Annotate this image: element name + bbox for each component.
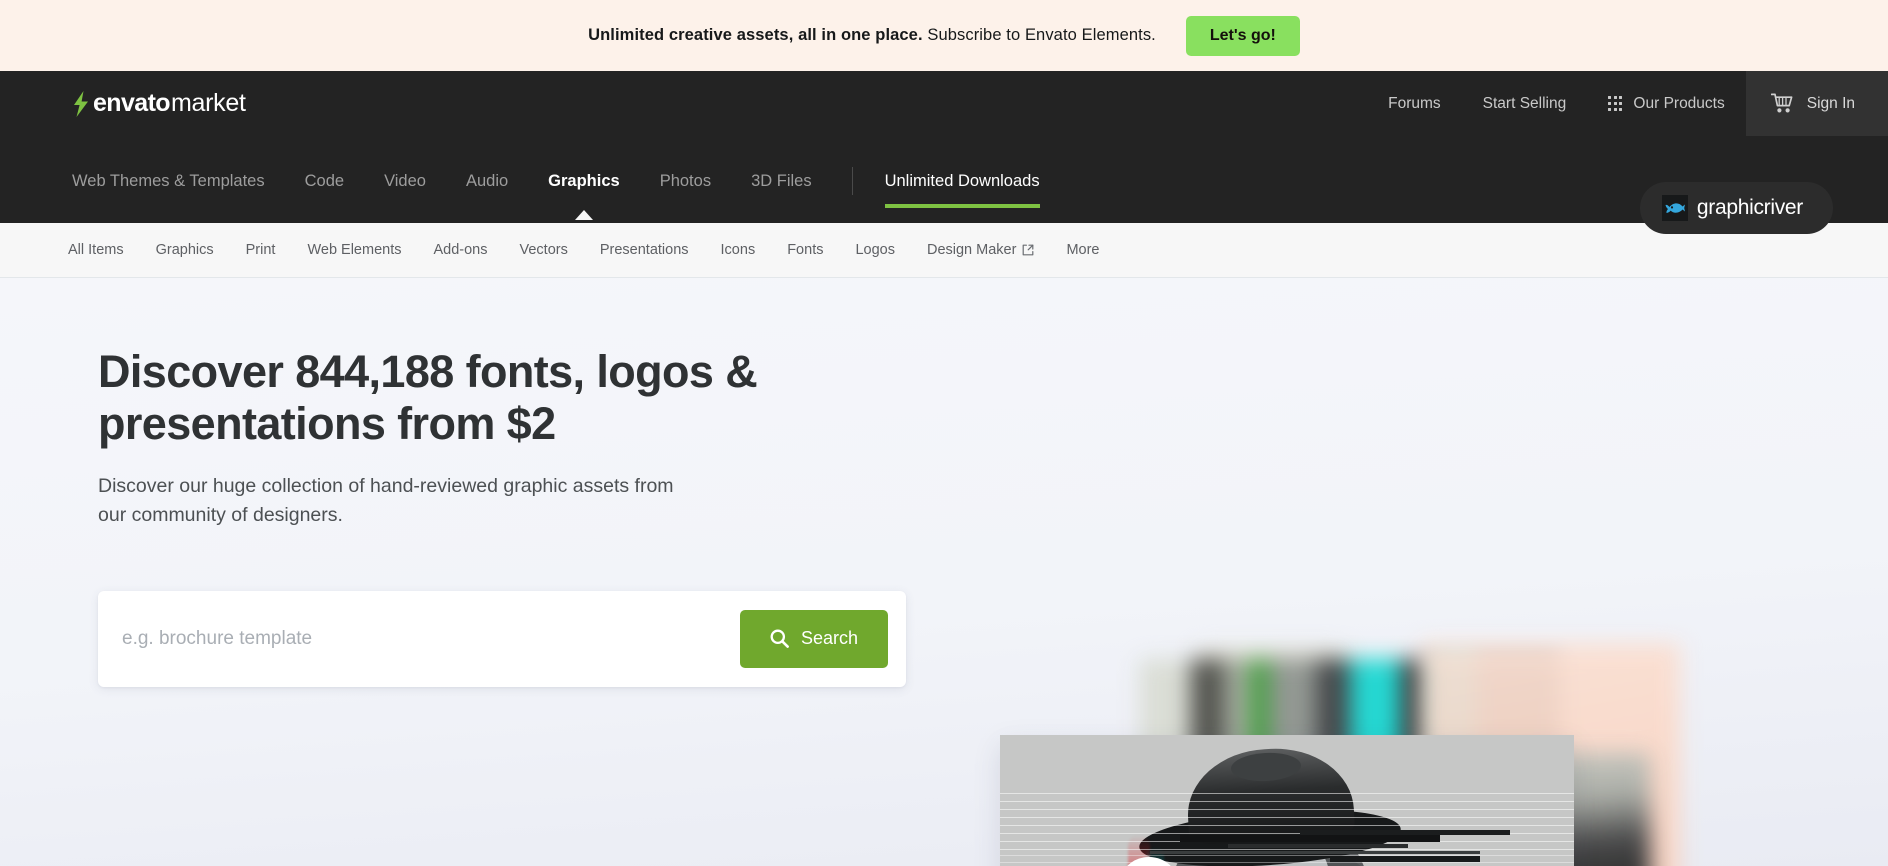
nav-item-audio[interactable]: Audio: [465, 171, 509, 209]
subnav-label: Logos: [855, 242, 895, 258]
subnav-item-fonts[interactable]: Fonts: [787, 242, 823, 258]
nav-label: Web Themes & Templates: [72, 171, 265, 190]
sign-in-label: Sign In: [1806, 94, 1855, 112]
start-selling-label: Start Selling: [1482, 94, 1567, 112]
category-subnav: All Items Graphics Print Web Elements Ad…: [0, 223, 1888, 278]
nav-label: Audio: [465, 171, 509, 190]
subnav-label: All Items: [68, 242, 124, 258]
logo-text-market: market: [170, 89, 246, 117]
nav-label: Code: [304, 171, 345, 190]
start-selling-link[interactable]: Start Selling: [1462, 71, 1588, 136]
subnav-label: Web Elements: [307, 242, 402, 258]
nav-label: Unlimited Downloads: [884, 171, 1040, 190]
hero-section: Discover 844,188 fonts, logos & presenta…: [0, 278, 1888, 866]
forums-label: Forums: [1388, 94, 1441, 112]
our-products-label: Our Products: [1633, 94, 1725, 112]
graphicriver-label: graphicriver: [1696, 196, 1803, 219]
promo-text-rest: Subscribe to Envato Elements.: [922, 26, 1156, 44]
nav-item-code[interactable]: Code: [304, 171, 345, 209]
promo-text-bold: Unlimited creative assets, all in one pl…: [588, 26, 923, 44]
search-button[interactable]: Search: [739, 609, 888, 668]
glitch-slice: [1180, 835, 1440, 842]
promo-text: Unlimited creative assets, all in one pl…: [588, 26, 1156, 45]
glitch-slice: [1300, 830, 1510, 835]
hero-artwork: [1000, 643, 1700, 866]
subnav-label: More: [1066, 242, 1100, 258]
nav-divider: [851, 167, 853, 195]
glitch-slice: [1150, 851, 1480, 854]
subnav-item-all-items[interactable]: All Items: [68, 242, 124, 258]
lightning-bolt-icon: [74, 90, 88, 117]
artwork-main-image: [1000, 735, 1574, 866]
subnav-label: Design Maker: [926, 242, 1017, 258]
subnav-item-presentations[interactable]: Presentations: [600, 242, 689, 258]
subnav-label: Fonts: [787, 242, 824, 258]
subnav-label: Icons: [720, 242, 756, 258]
hero-inner: Discover 844,188 fonts, logos & presenta…: [0, 278, 1888, 866]
subnav-label: Presentations: [599, 242, 689, 258]
nav-item-3d-files[interactable]: 3D Files: [751, 171, 812, 209]
glitch-slice: [1228, 844, 1408, 848]
our-products-link[interactable]: Our Products: [1587, 71, 1746, 136]
hero-subtitle: Discover our huge collection of hand-rev…: [98, 475, 674, 527]
subnav-item-print[interactable]: Print: [246, 242, 276, 258]
sign-in-button[interactable]: Sign In: [1745, 71, 1888, 136]
nav-item-web-themes-templates[interactable]: Web Themes & Templates: [72, 171, 265, 209]
subnav-label: Vectors: [519, 242, 568, 258]
primary-navigation: Web Themes & Templates Code Video Audio …: [72, 136, 1888, 208]
page-title: Discover 844,188 fonts, logos & presenta…: [98, 346, 888, 450]
nav-item-video[interactable]: Video: [384, 171, 426, 209]
subnav-item-graphics[interactable]: Graphics: [156, 242, 214, 258]
forums-link[interactable]: Forums: [1367, 71, 1462, 136]
glitch-slice: [1330, 856, 1480, 862]
graphicriver-badge[interactable]: graphicriver: [1639, 182, 1833, 234]
envato-market-logo[interactable]: envato market: [72, 71, 246, 136]
cart-icon: [1770, 93, 1793, 113]
external-link-icon: [1023, 244, 1034, 256]
subnav-label: Print: [245, 242, 276, 258]
search-button-label: Search: [800, 628, 858, 649]
fish-icon: [1661, 195, 1688, 221]
search-icon: [770, 629, 789, 649]
subnav-item-add-ons[interactable]: Add-ons: [433, 242, 487, 258]
search-input[interactable]: [122, 613, 740, 664]
hero-title-line-2: presentations from $2: [98, 398, 556, 450]
subnav-item-vectors[interactable]: Vectors: [520, 242, 568, 258]
grid-icon: [1608, 96, 1623, 111]
nav-label: Graphics: [548, 171, 620, 190]
subnav-label: Graphics: [155, 242, 214, 258]
lets-go-button[interactable]: Let's go!: [1185, 15, 1300, 56]
header-utility-links: Forums Start Selling Our Products Sign I: [1367, 71, 1888, 136]
nav-label: 3D Files: [751, 171, 812, 190]
nav-label: Photos: [659, 171, 712, 190]
nav-item-photos[interactable]: Photos: [659, 171, 712, 209]
subnav-item-logos[interactable]: Logos: [855, 242, 895, 258]
search-card: Search: [98, 590, 906, 687]
subnav-label: Add-ons: [433, 242, 488, 258]
subnav-item-more[interactable]: More: [1066, 242, 1099, 258]
header-top-row: envato market Forums Start Selling Our Pr…: [0, 71, 1888, 136]
hero-copy: Discover 844,188 fonts, logos & presenta…: [98, 346, 906, 687]
glitch-scanlines-mid: [1000, 855, 1574, 866]
subnav-item-icons[interactable]: Icons: [721, 242, 756, 258]
promo-banner: Unlimited creative assets, all in one pl…: [0, 0, 1888, 71]
nav-item-unlimited-downloads[interactable]: Unlimited Downloads: [884, 171, 1040, 209]
nav-label: Video: [384, 171, 426, 190]
subnav-item-design-maker[interactable]: Design Maker: [927, 242, 1034, 258]
hero-title-line-1: Discover 844,188 fonts, logos &: [98, 346, 758, 397]
subnav-item-web-elements[interactable]: Web Elements: [307, 242, 401, 258]
site-header: envato market Forums Start Selling Our Pr…: [0, 71, 1888, 234]
nav-item-graphics[interactable]: Graphics: [548, 171, 620, 209]
logo-text-envato: envato: [93, 89, 171, 117]
